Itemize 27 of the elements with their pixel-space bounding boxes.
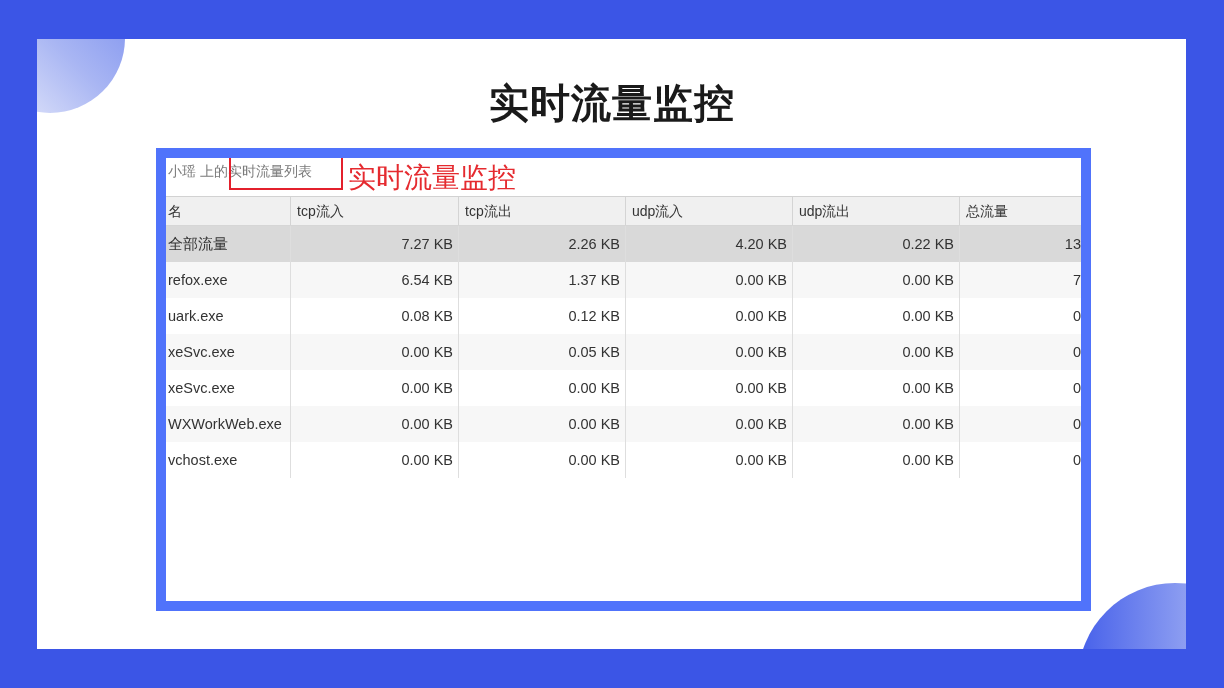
table-cell: 0.00 KB: [459, 442, 626, 478]
table-cell-text: 7: [1071, 271, 1081, 290]
table-cell: 0.00 KB: [291, 442, 459, 478]
table-row[interactable]: 全部流量 7.27 KB 2.26 KB 4.20 KB 0.22 KB 13: [166, 226, 1081, 262]
column-header[interactable]: 名: [166, 197, 291, 225]
column-header[interactable]: udp流出: [793, 197, 960, 225]
table-row[interactable]: WXWorkWeb.exe 0.00 KB 0.00 KB 0.00 KB 0.00 KB 0: [166, 406, 1081, 442]
column-header[interactable]: tcp流入: [291, 197, 459, 225]
table-cell-text: 0: [1071, 307, 1081, 326]
table-row[interactable]: xeSvc.exe 0.00 KB 0.00 KB 0.00 KB 0.00 KB 0: [166, 370, 1081, 406]
table-cell-text: 13: [1063, 235, 1081, 254]
column-header[interactable]: 总流量: [960, 197, 1081, 225]
table-row[interactable]: uark.exe 0.08 KB 0.12 KB 0.00 KB 0.00 KB 0: [166, 298, 1081, 334]
table-cell-text: 0: [1071, 415, 1081, 434]
table-cell-text: 0: [1071, 451, 1081, 470]
table-cell: 0.00 KB: [793, 442, 960, 478]
slide-title: 实时流量监控: [487, 80, 736, 127]
annotation-text: 实时流量监控: [348, 161, 516, 195]
column-header[interactable]: tcp流出: [459, 197, 626, 225]
table-row[interactable]: vchost.exe 0.00 KB 0.00 KB 0.00 KB 0.00 KB 0: [166, 442, 1081, 478]
column-header[interactable]: udp流入: [626, 197, 793, 225]
table-cell: vchost.exe: [166, 442, 291, 478]
table-cell: 0.00 KB: [626, 442, 793, 478]
table-cell-text: 0: [1071, 379, 1081, 398]
table-row[interactable]: refox.exe 6.54 KB 1.37 KB 0.00 KB 0.00 KB 7: [166, 262, 1081, 298]
table-row[interactable]: xeSvc.exe 0.00 KB 0.05 KB 0.00 KB 0.00 KB 0: [166, 334, 1081, 370]
table-cell-text: 0: [1071, 343, 1081, 362]
